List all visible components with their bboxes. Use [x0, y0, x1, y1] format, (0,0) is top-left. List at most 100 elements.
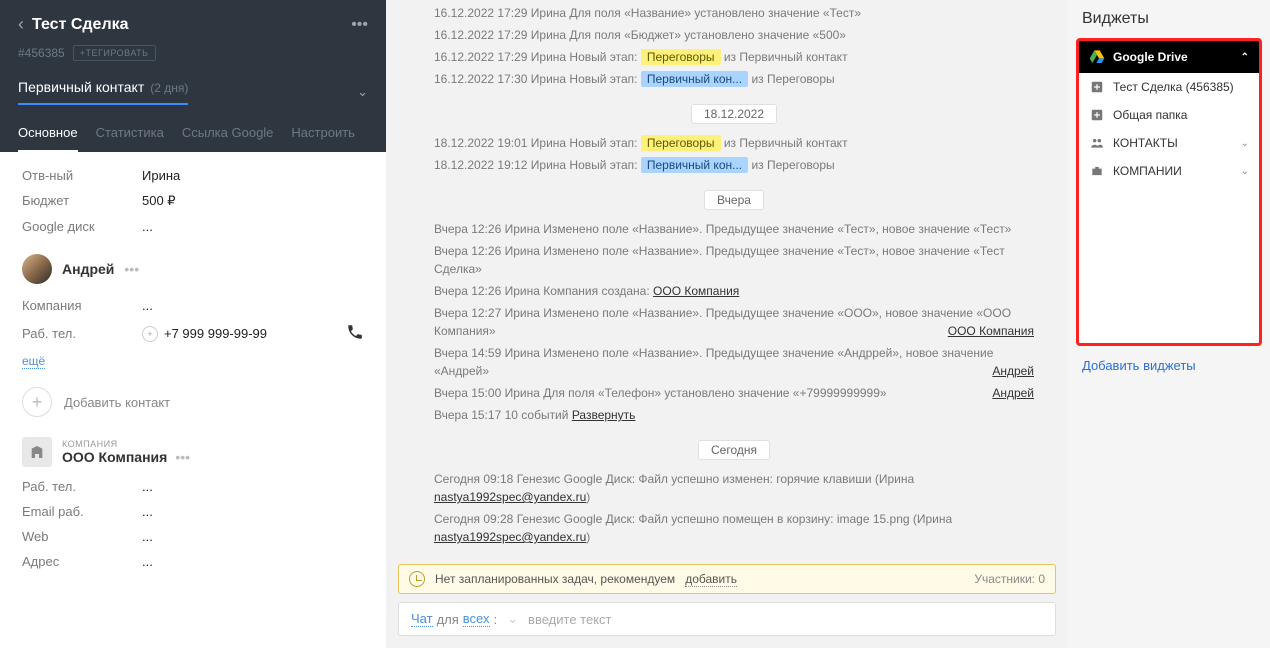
stage-badge: Первичный кон... — [641, 157, 748, 173]
expand-link[interactable]: Развернуть — [572, 408, 636, 422]
log-entry: Вчера 14:59 Ирина Изменено поле «Названи… — [434, 344, 1034, 380]
chevron-down-icon[interactable]: ⌄ — [357, 84, 368, 100]
chat-input[interactable]: Чат для всех : ⌄ введите текст — [398, 602, 1056, 636]
email-link[interactable]: nastya1992spec@yandex.ru — [434, 530, 586, 544]
clock-icon — [409, 571, 425, 587]
feed-scroll[interactable]: 16.12.2022 17:29 Ирина Для поля «Названи… — [386, 0, 1068, 556]
field-responsible-value[interactable]: Ирина — [142, 168, 180, 183]
date-separator: Вчера — [704, 190, 764, 210]
contact-workphone-value[interactable]: +7 999 999-99-99 — [164, 326, 267, 341]
widget-item-deal-folder[interactable]: Тест Сделка (456385) — [1079, 73, 1259, 101]
company-section-label: КОМПАНИЯ — [62, 439, 190, 449]
contact-company-value[interactable]: ... — [142, 298, 153, 313]
task-hint: Нет запланированных задач, рекомендуем д… — [398, 564, 1056, 594]
company-email-label: Email раб. — [22, 504, 142, 519]
stage-duration: (2 дня) — [150, 81, 188, 95]
deal-id: #456385 — [18, 46, 65, 60]
log-entry: 16.12.2022 17:29 Ирина Для поля «Названи… — [434, 4, 1034, 22]
company-web-label: Web — [22, 529, 142, 544]
people-icon — [1089, 135, 1105, 151]
sidebar-body: Отв-ныйИрина Бюджет500 ₽ Google диск... … — [0, 152, 386, 648]
chevron-down-icon: ⌄ — [1241, 166, 1249, 177]
chat-recipient-link[interactable]: всех — [463, 611, 490, 627]
entity-link[interactable]: ООО Компания — [948, 322, 1034, 340]
log-entry: Сегодня 09:18 Генезис Google Диск: Файл … — [434, 470, 1034, 506]
plus-box-icon — [1089, 107, 1105, 123]
company-email-value[interactable]: ... — [142, 504, 153, 519]
stage-name[interactable]: Первичный контакт — [18, 79, 144, 95]
field-gdrive-label: Google диск — [22, 219, 142, 234]
company-workphone-label: Раб. тел. — [22, 479, 142, 494]
entity-link[interactable]: Андрей — [992, 362, 1034, 380]
date-separator: 18.12.2022 — [691, 104, 777, 124]
field-budget-value[interactable]: 500 ₽ — [142, 193, 176, 209]
log-entry: 18.12.2022 19:12 Ирина Новый этап: Перви… — [434, 156, 1034, 174]
tag-button[interactable]: +ТЕГИРОВАТЬ — [73, 45, 156, 61]
contact-avatar[interactable] — [22, 254, 52, 284]
detail-tabs: Основное Статистика Ссылка Google Настро… — [18, 125, 368, 152]
google-drive-widget: Google Drive ⌃ Тест Сделка (456385) Обща… — [1076, 38, 1262, 346]
log-entry: Вчера 12:26 Ирина Изменено поле «Названи… — [434, 242, 1034, 278]
company-name[interactable]: ООО Компания — [62, 449, 167, 465]
log-entry: 16.12.2022 17:29 Ирина Для поля «Бюджет»… — [434, 26, 1034, 44]
company-menu-icon[interactable]: ••• — [175, 449, 190, 465]
date-separator: Сегодня — [698, 440, 770, 460]
widget-header[interactable]: Google Drive ⌃ — [1079, 41, 1259, 73]
log-entry: 16.12.2022 17:29 Ирина Новый этап: Перег… — [434, 48, 1034, 66]
widgets-panel: Виджеты Google Drive ⌃ Тест Сделка (4563… — [1068, 0, 1270, 648]
phone-call-icon[interactable] — [346, 323, 364, 344]
add-contact-button[interactable]: + Добавить контакт — [22, 387, 364, 417]
log-entry: Вчера 15:17 10 событий Развернуть — [434, 406, 1034, 424]
company-block: КОМПАНИЯ ООО Компания ••• Раб. тел.... E… — [22, 437, 364, 569]
plus-box-icon — [1089, 79, 1105, 95]
chevron-down-icon: ⌄ — [1241, 138, 1249, 149]
tab-main[interactable]: Основное — [18, 125, 78, 152]
contact-workphone-label: Раб. тел. — [22, 326, 142, 341]
contact-more-link[interactable]: ещё — [22, 354, 45, 369]
tab-setup[interactable]: Настроить — [291, 125, 355, 152]
participants-count[interactable]: Участники: 0 — [974, 572, 1045, 586]
field-responsible-label: Отв-ный — [22, 168, 142, 183]
field-gdrive-value[interactable]: ... — [142, 219, 153, 234]
company-web-value[interactable]: ... — [142, 529, 153, 544]
widgets-title: Виджеты — [1076, 10, 1262, 28]
company-workphone-value[interactable]: ... — [142, 479, 153, 494]
task-hint-text: Нет запланированных задач, рекомендуем — [435, 572, 675, 586]
widget-item-contacts[interactable]: КОНТАКТЫ ⌄ — [1079, 129, 1259, 157]
contact-menu-icon[interactable]: ••• — [124, 261, 139, 277]
entity-link[interactable]: Андрей — [992, 384, 1034, 402]
log-entry: 16.12.2022 17:30 Ирина Новый этап: Перви… — [434, 70, 1034, 88]
google-drive-icon — [1089, 49, 1105, 65]
log-entry: Вчера 15:00 Ирина Для поля «Телефон» уст… — [434, 384, 1034, 402]
contact-block: Андрей ••• Компания... Раб. тел. + +7 99… — [22, 254, 364, 369]
header-menu-icon[interactable]: ••• — [351, 16, 368, 34]
stage-badge: Переговоры — [641, 135, 721, 151]
tab-google[interactable]: Ссылка Google — [182, 125, 274, 152]
company-address-value[interactable]: ... — [142, 554, 153, 569]
chevron-down-icon[interactable]: ⌄ — [507, 611, 518, 627]
plus-icon: + — [22, 387, 52, 417]
add-task-link[interactable]: добавить — [685, 572, 737, 587]
widget-item-shared-folder[interactable]: Общая папка — [1079, 101, 1259, 129]
back-button[interactable]: ‹ — [18, 14, 24, 35]
add-widgets-link[interactable]: Добавить виджеты — [1076, 358, 1262, 373]
tab-stats[interactable]: Статистика — [96, 125, 164, 152]
company-link[interactable]: ООО Компания — [653, 284, 739, 298]
email-link[interactable]: nastya1992spec@yandex.ru — [434, 490, 586, 504]
add-contact-label: Добавить контакт — [64, 395, 170, 410]
log-entry: Вчера 12:27 Ирина Изменено поле «Названи… — [434, 304, 1034, 340]
phone-type-icon[interactable]: + — [142, 326, 158, 342]
log-entry: Сегодня 09:28 Генезис Google Диск: Файл … — [434, 510, 1034, 546]
bottom-bar: Нет запланированных задач, рекомендуем д… — [386, 556, 1068, 648]
stage-badge: Первичный кон... — [641, 71, 748, 87]
field-budget-label: Бюджет — [22, 193, 142, 209]
widget-item-companies[interactable]: КОМПАНИИ ⌄ — [1079, 157, 1259, 185]
building-icon — [22, 437, 52, 467]
chevron-up-icon[interactable]: ⌃ — [1241, 52, 1249, 63]
log-entry: Вчера 12:26 Ирина Изменено поле «Названи… — [434, 220, 1034, 238]
chat-mode-link[interactable]: Чат — [411, 611, 433, 627]
widget-title: Google Drive — [1113, 50, 1188, 64]
contact-name[interactable]: Андрей — [62, 261, 114, 277]
deal-header: ‹ Тест Сделка ••• #456385 +ТЕГИРОВАТЬ Пе… — [0, 0, 386, 152]
activity-feed: 16.12.2022 17:29 Ирина Для поля «Названи… — [386, 0, 1068, 648]
